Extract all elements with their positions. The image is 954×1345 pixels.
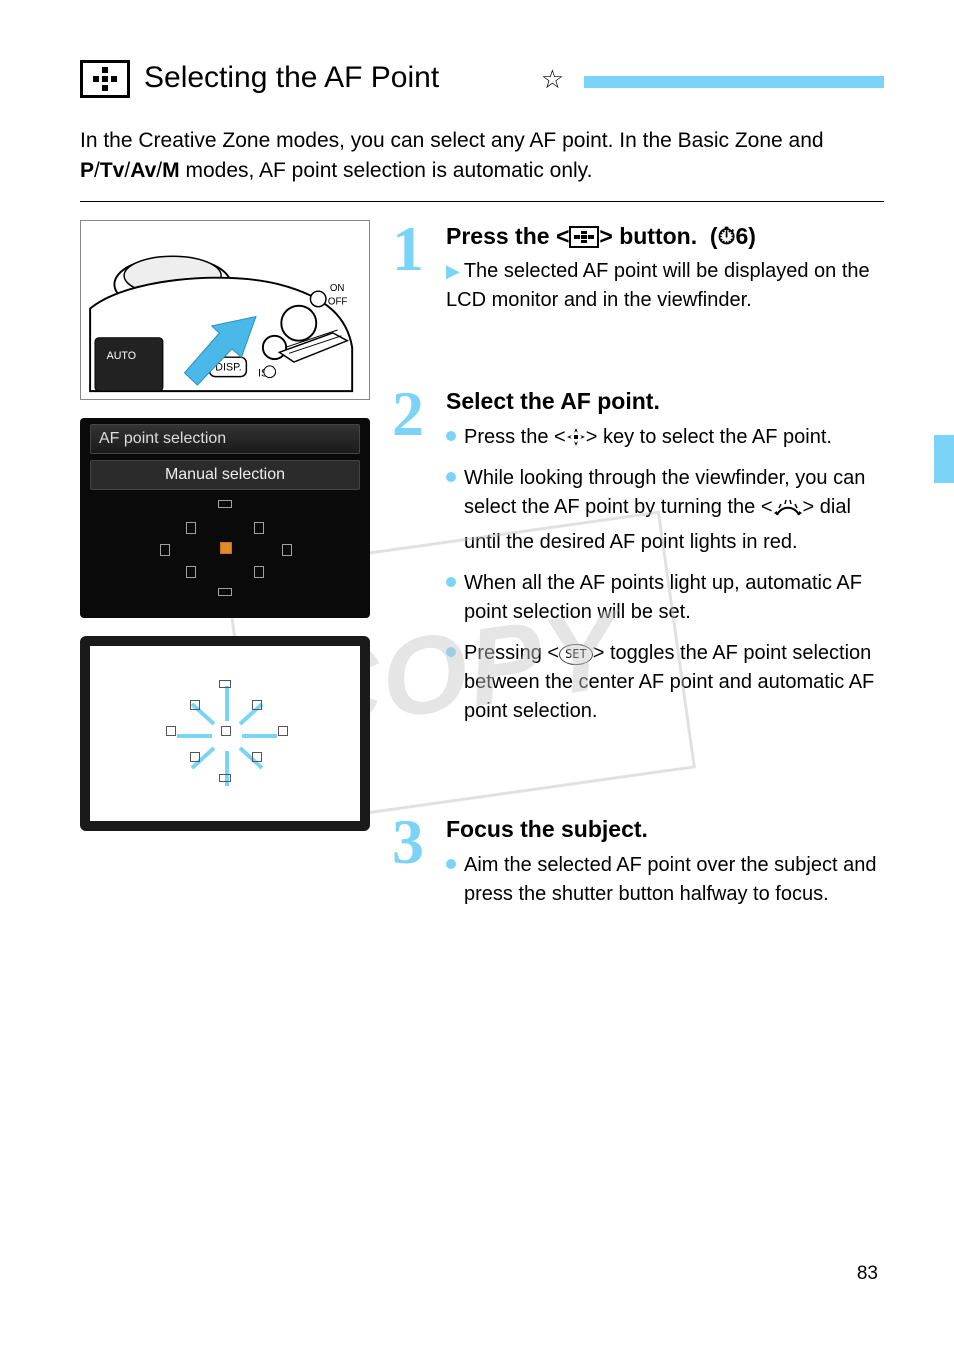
set-button-icon: SET [559,644,593,665]
intro-text-a: In the Creative Zone modes, you can sele… [80,129,824,152]
timer-icon: (⏱6) [710,223,756,249]
step1-title-a: Press the < [446,223,569,249]
page-title: Selecting the AF Point [144,58,439,97]
s2b1a: Press the < [464,426,566,448]
step1-title-b: > button. [599,223,697,249]
lcd-preview: AF point selection Manual selection [80,418,370,618]
step-2: 2 Select the AF point. Press the < > key … [392,385,884,805]
tip-arrow-icon: ▶ [446,261,460,281]
svg-text:ON: ON [330,283,345,294]
svg-text:AUTO: AUTO [107,350,136,362]
step-number-2: 2 [392,385,436,805]
step-1-tip: ▶The selected AF point will be displayed… [446,257,884,315]
step-1-title: Press the < > button. (⏱6) [446,220,884,253]
af-point-selection-icon [80,60,130,98]
lcd-subtitle: Manual selection [90,460,360,490]
step1-tip-text: The selected AF point will be displayed … [446,260,870,311]
step2-bullet-2: While looking through the viewfinder, yo… [446,464,884,557]
af-point-button-icon [569,226,599,248]
step2-bullet-3: When all the AF points light up, automat… [446,569,884,627]
creative-zone-star-icon: ☆ [541,64,564,95]
s2b3: When all the AF points light up, automat… [464,569,884,627]
s2b4a: Pressing < [464,642,559,664]
title-accent-bar [584,76,884,88]
step-3-title: Focus the subject. [446,813,884,846]
bullet-dot-icon [446,647,456,657]
svg-text:OFF: OFF [328,297,347,308]
bullet-dot-icon [446,431,456,441]
step-3: 3 Focus the subject. Aim the selected AF… [392,813,884,908]
intro-text-b: modes, AF point selection is automatic o… [180,159,593,182]
camera-button-illustration: AUTO ON OFF DISP. ISO [80,220,370,400]
viewfinder-preview [80,636,370,831]
page-title-row: Selecting the AF Point ☆ [80,58,884,98]
step3-bullet-1: Aim the selected AF point over the subje… [446,851,884,909]
step2-bullet-4: Pressing <SET> toggles the AF point sele… [446,639,884,726]
cross-key-icon [566,427,586,447]
divider [80,201,884,202]
step-number-3: 3 [392,813,436,908]
step2-bullet-1: Press the < > key to select the AF point. [446,423,884,452]
page-number: 83 [857,1263,878,1285]
bullet-dot-icon [446,859,456,869]
step-1: 1 Press the < > button. (⏱6) ▶The selecte… [392,220,884,315]
step-2-title: Select the AF point. [446,385,884,418]
bullet-dot-icon [446,472,456,482]
section-side-tab [934,435,954,483]
lcd-title: AF point selection [90,424,360,454]
s2b1b: > key to select the AF point. [586,426,832,448]
lcd-af-points [90,490,360,600]
intro-paragraph: In the Creative Zone modes, you can sele… [80,126,884,187]
step-number-1: 1 [392,220,436,315]
bullet-dot-icon [446,577,456,587]
main-dial-icon [773,497,803,528]
s3b1: Aim the selected AF point over the subje… [464,851,884,909]
